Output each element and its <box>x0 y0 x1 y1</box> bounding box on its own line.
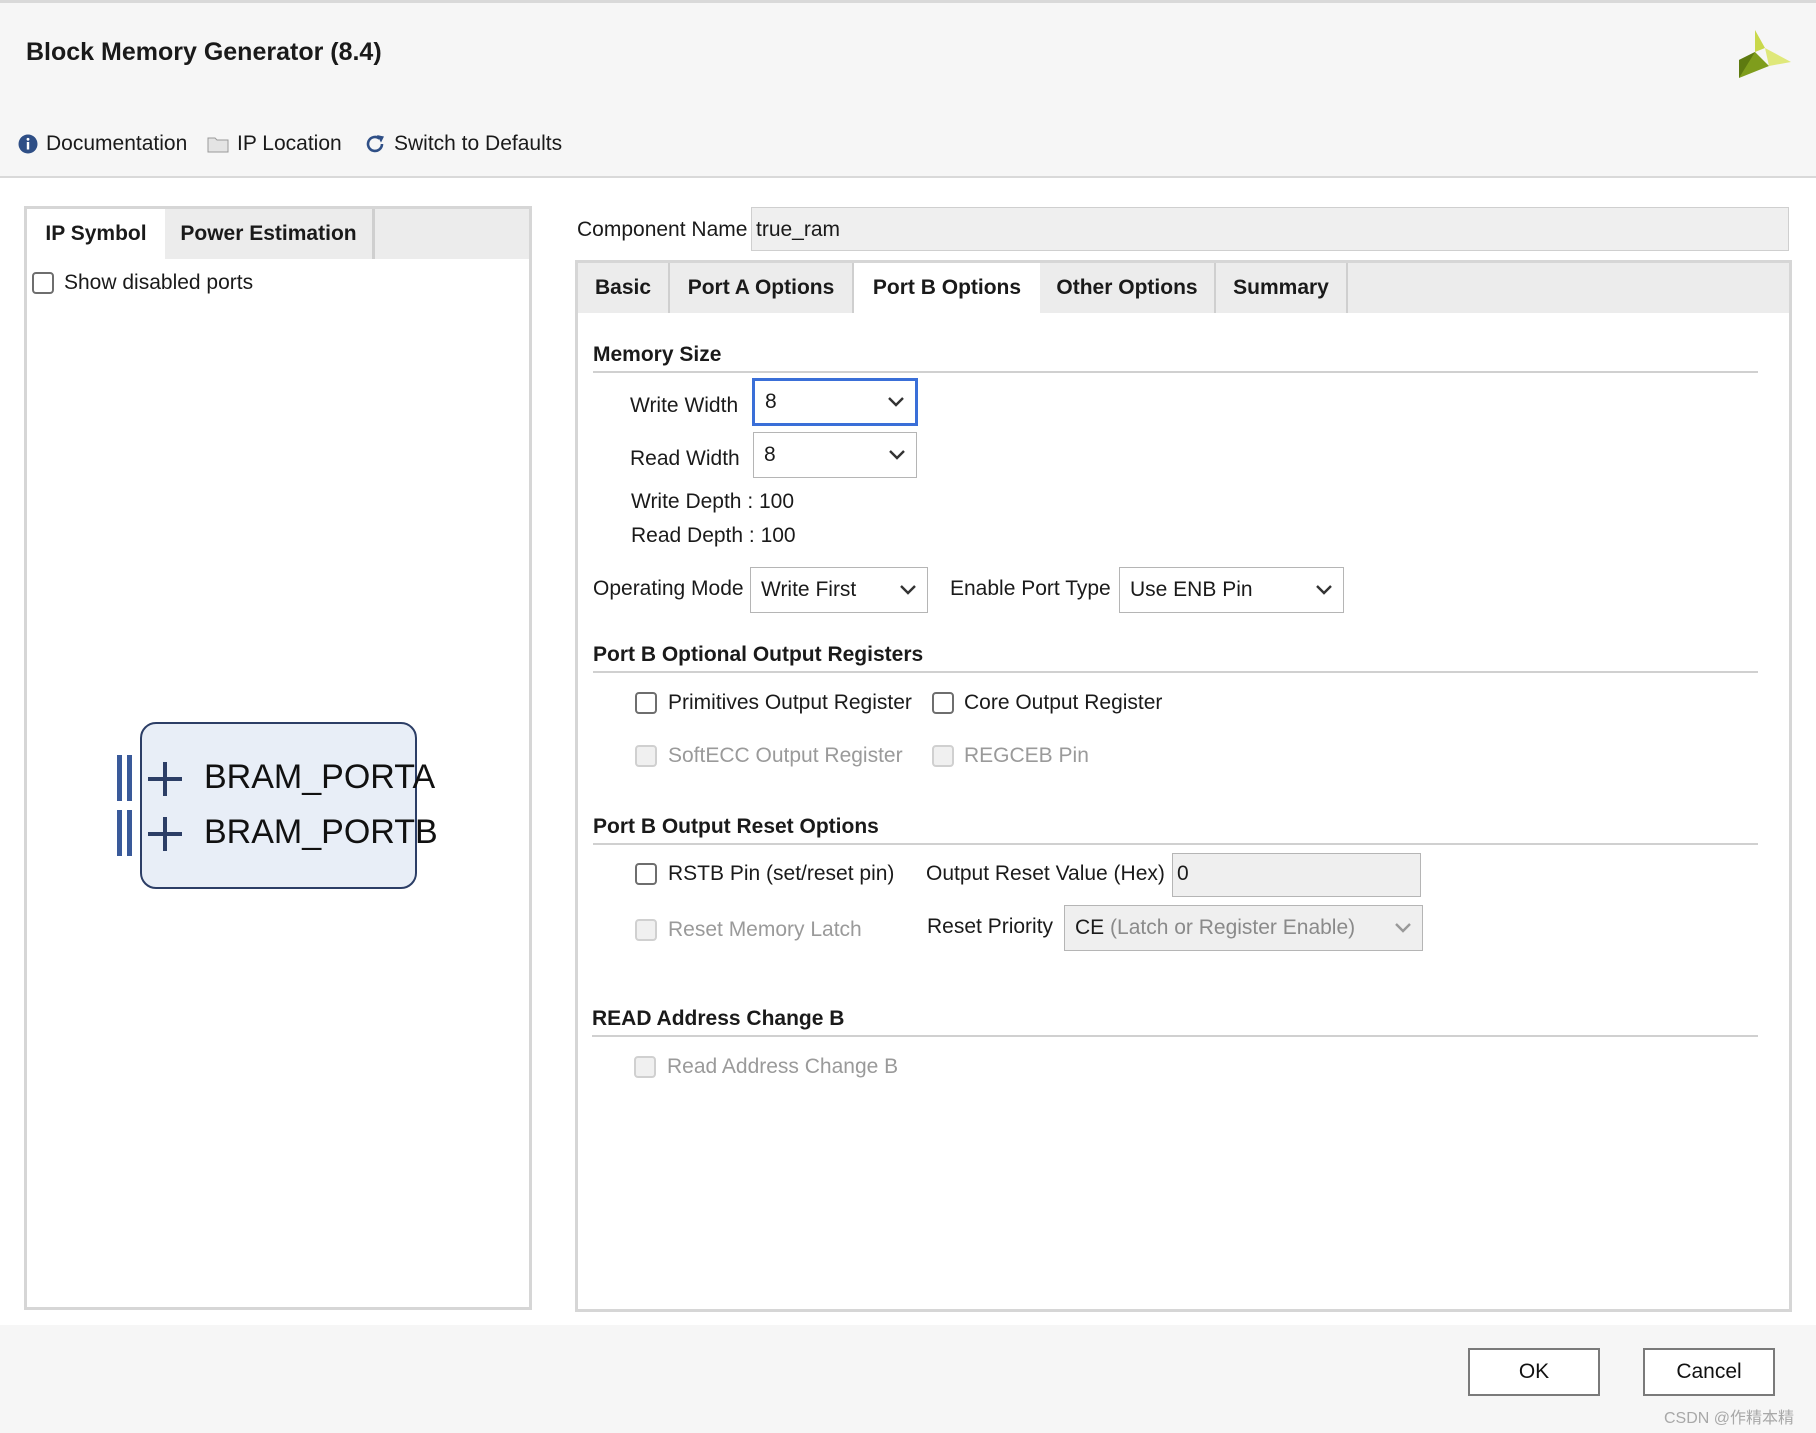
core-output-register-checkbox[interactable] <box>932 692 954 714</box>
portb-label: BRAM_PORTB <box>204 813 438 851</box>
portb-bus-line <box>127 810 132 856</box>
read-address-change-checkbox[interactable] <box>634 1056 656 1078</box>
porta-expand-icon[interactable] <box>148 762 182 801</box>
chevron-down-icon <box>889 450 905 460</box>
tab-port-b-label: Port B Options <box>872 276 1022 299</box>
output-reset-value-field[interactable]: 0 <box>1172 853 1421 897</box>
portb-expand-icon[interactable] <box>148 817 182 856</box>
chevron-down-icon <box>888 397 904 407</box>
reset-priority-select[interactable]: CE (Latch or Register Enable) <box>1064 905 1423 951</box>
write-width-select[interactable]: 8 <box>752 378 918 426</box>
enable-port-type-label: Enable Port Type <box>950 577 1111 600</box>
documentation-link[interactable]: Documentation <box>18 132 187 156</box>
section-divider <box>593 371 1758 373</box>
porta-bus-line <box>117 755 122 801</box>
primitives-output-register-checkbox[interactable] <box>635 692 657 714</box>
primitives-output-register-label: Primitives Output Register <box>668 691 912 714</box>
tab-summary[interactable]: Summary <box>1216 263 1348 313</box>
read-address-change-title: READ Address Change B <box>592 1007 845 1030</box>
reset-priority-label: Reset Priority <box>927 915 1054 938</box>
info-icon <box>18 134 38 154</box>
operating-mode-value: Write First <box>761 578 857 601</box>
portb-bus-line <box>117 810 122 856</box>
read-width-value: 8 <box>764 443 776 466</box>
watermark: CSDN @作精本精 <box>1664 1410 1795 1427</box>
tab-port-a-label: Port A Options <box>687 276 835 299</box>
chevron-down-icon <box>1395 923 1411 933</box>
memory-size-title: Memory Size <box>593 343 722 366</box>
porta-label: BRAM_PORTA <box>204 758 436 796</box>
read-address-change-label: Read Address Change B <box>667 1055 899 1078</box>
tab-other-options[interactable]: Other Options <box>1040 263 1216 313</box>
chevron-down-icon <box>900 585 916 595</box>
optional-output-registers-title: Port B Optional Output Registers <box>593 643 924 666</box>
read-width-label: Read Width <box>630 447 740 470</box>
reset-memory-latch-checkbox[interactable] <box>635 919 657 941</box>
dialog-title: Block Memory Generator (8.4) <box>26 38 382 66</box>
write-width-value: 8 <box>765 390 777 413</box>
porta-bus-line <box>127 755 132 801</box>
section-divider <box>593 843 1758 845</box>
cancel-button[interactable]: Cancel <box>1643 1348 1775 1396</box>
output-reset-value-label: Output Reset Value (Hex) <box>926 862 1165 885</box>
component-name-field[interactable]: true_ram <box>751 207 1789 251</box>
tab-port-b-options[interactable]: Port B Options <box>854 263 1040 313</box>
tab-power-estimation[interactable]: Power Estimation <box>165 209 375 259</box>
operating-mode-label: Operating Mode <box>593 577 744 600</box>
tab-port-a-options[interactable]: Port A Options <box>670 263 854 313</box>
tab-ip-symbol[interactable]: IP Symbol <box>27 209 165 259</box>
ip-location-link[interactable]: IP Location <box>207 132 342 156</box>
reset-priority-value: CE (Latch or Register Enable) <box>1075 916 1355 940</box>
enable-port-type-select[interactable]: Use ENB Pin <box>1119 567 1344 613</box>
section-divider <box>592 1035 1758 1037</box>
section-divider <box>593 671 1758 673</box>
show-disabled-ports-checkbox[interactable] <box>32 272 54 294</box>
enable-port-type-value: Use ENB Pin <box>1130 578 1253 601</box>
refresh-icon <box>366 135 384 153</box>
softecc-output-register-label: SoftECC Output Register <box>668 744 903 767</box>
chevron-down-icon <box>1316 585 1332 595</box>
component-name-label: Component Name <box>577 218 748 241</box>
core-output-register-label: Core Output Register <box>964 691 1163 714</box>
operating-mode-select[interactable]: Write First <box>750 567 928 613</box>
reset-priority-value-rest: (Latch or Register Enable) <box>1104 916 1356 939</box>
write-width-label: Write Width <box>630 394 739 417</box>
reset-memory-latch-label: Reset Memory Latch <box>668 918 862 941</box>
switch-defaults-label: Switch to Defaults <box>394 132 563 155</box>
xilinx-logo <box>1735 30 1791 82</box>
softecc-output-register-checkbox[interactable] <box>635 745 657 767</box>
documentation-label: Documentation <box>46 132 188 155</box>
write-depth-readout: Write Depth : 100 <box>631 490 795 513</box>
ok-button[interactable]: OK <box>1468 1348 1600 1396</box>
switch-defaults-link[interactable]: Switch to Defaults <box>364 132 562 156</box>
regceb-pin-checkbox[interactable] <box>932 745 954 767</box>
output-reset-options-title: Port B Output Reset Options <box>593 815 879 838</box>
read-width-select[interactable]: 8 <box>753 432 917 478</box>
ip-location-label: IP Location <box>237 132 342 155</box>
rstb-pin-label: RSTB Pin (set/reset pin) <box>668 862 895 885</box>
ip-symbol-block <box>140 722 417 889</box>
read-depth-readout: Read Depth : 100 <box>631 524 796 547</box>
tab-power-estimation-label: Power Estimation <box>180 222 357 245</box>
rstb-pin-checkbox[interactable] <box>635 863 657 885</box>
tab-other-options-label: Other Options <box>1056 276 1198 299</box>
folder-icon <box>207 137 229 153</box>
tab-basic-label: Basic <box>594 276 652 299</box>
tab-summary-label: Summary <box>1233 276 1329 299</box>
tab-ip-symbol-label: IP Symbol <box>45 222 147 245</box>
tab-basic[interactable]: Basic <box>578 263 670 313</box>
show-disabled-ports-label: Show disabled ports <box>64 271 254 294</box>
regceb-pin-label: REGCEB Pin <box>964 744 1089 767</box>
reset-priority-value-prefix: CE <box>1075 916 1105 939</box>
